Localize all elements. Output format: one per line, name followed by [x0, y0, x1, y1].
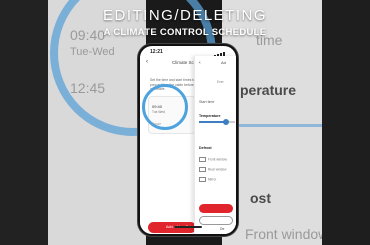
- defrost-option-mirror[interactable]: Mirror: [199, 177, 216, 182]
- bg-time-2: 12:45: [70, 80, 106, 96]
- defrost-option-rear[interactable]: Rear window: [199, 167, 226, 172]
- save-button[interactable]: Sa: [199, 204, 233, 218]
- edit-title: Ad: [221, 60, 226, 65]
- back-arrow-icon[interactable]: ‹: [146, 59, 148, 65]
- bg-front-window: Front window: [245, 226, 329, 242]
- phone-mockup: 12:21 ‹ Climate Sche Set the time and st…: [138, 44, 238, 236]
- home-indicator: [174, 226, 202, 228]
- start-time-label[interactable]: Start time: [199, 100, 214, 104]
- schedule-time: 09:40: [152, 104, 163, 109]
- defrost-label: Defrost: [199, 146, 212, 150]
- temperature-slider-fill: [199, 121, 226, 123]
- mirror-icon: [199, 177, 206, 182]
- bg-temperature: perature: [240, 82, 297, 98]
- overlay-subtitle: A CLIMATE CONTROL SCHEDULE: [103, 27, 267, 38]
- highlight-ring: [142, 84, 188, 130]
- bg-defrost: ost: [250, 190, 271, 206]
- bg-days: Tue-Wed: [70, 46, 115, 58]
- signal-icon: [214, 50, 228, 56]
- delete-label: De: [220, 227, 225, 231]
- temperature-slider[interactable]: [199, 119, 235, 125]
- defrost-option-front[interactable]: Front window: [199, 157, 227, 162]
- back-arrow-icon[interactable]: ‹: [199, 60, 201, 66]
- schedule-edit-panel: ‹ Ad Ener Start time Temperature Defrost…: [194, 56, 236, 234]
- option-label: Front window: [208, 157, 227, 162]
- temperature-label: Temperature: [199, 114, 221, 118]
- edit-subtitle: Ener: [217, 80, 224, 84]
- overlay-title: EDITING/DELETING: [102, 7, 268, 24]
- status-time: 12:21: [150, 49, 163, 55]
- option-label: Rear window: [208, 167, 227, 172]
- front-window-icon: [199, 157, 206, 162]
- rear-window-icon: [199, 167, 206, 172]
- status-bar: 12:21: [140, 49, 236, 56]
- schedule-days: Tue-Wed: [152, 110, 165, 114]
- delete-button[interactable]: De: [199, 216, 233, 231]
- schedule-status: Pause: [152, 122, 162, 126]
- temperature-slider-knob[interactable]: [223, 119, 229, 125]
- option-label: Mirror: [208, 177, 217, 182]
- add-schedule-button[interactable]: Add a New Sche: [148, 222, 196, 233]
